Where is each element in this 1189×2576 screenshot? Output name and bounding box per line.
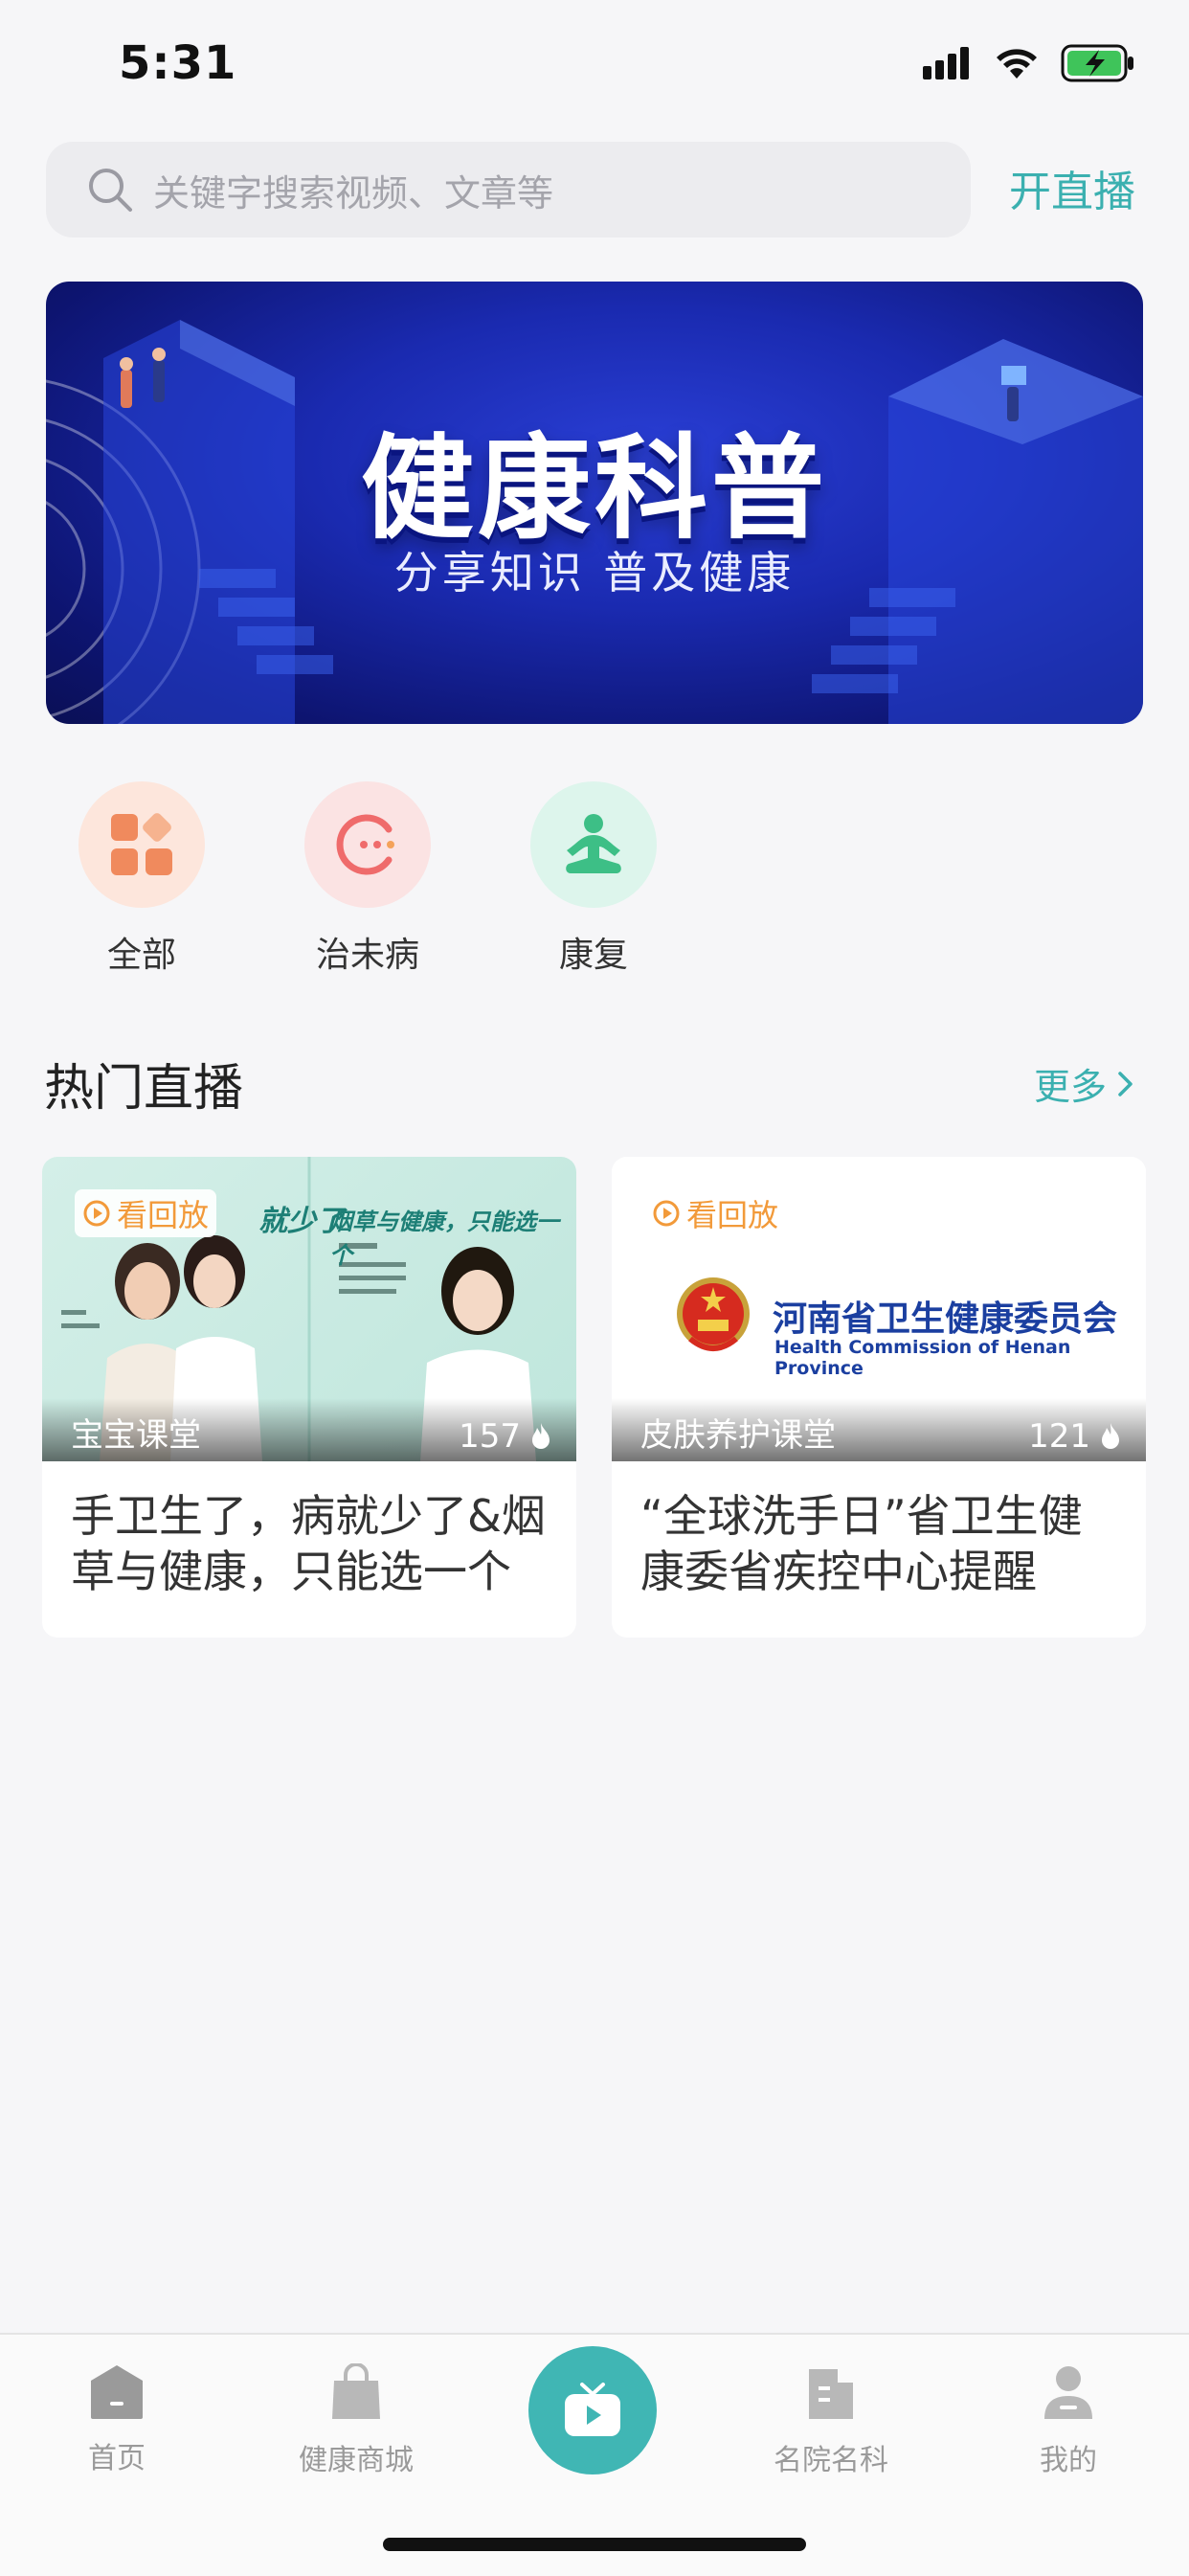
tv-icon <box>565 2383 620 2436</box>
card-views: 157 <box>459 1417 553 1456</box>
views-count: 121 <box>1028 1417 1090 1456</box>
card-title: 手卫生了，病就少了&烟草与健康，只能选一个 <box>71 1490 546 1597</box>
flame-icon <box>532 1423 550 1449</box>
category-rehab[interactable]: 康复 <box>517 781 670 977</box>
wifi-icon <box>997 49 1037 79</box>
live-card[interactable]: 河南省卫生健康委员会 Health Commission of Henan Pr… <box>612 1157 1146 1638</box>
search-icon <box>89 169 132 212</box>
play-circle-icon <box>83 1200 110 1227</box>
search-input[interactable]: 关键字搜索视频、文章等 <box>153 164 553 216</box>
cellular-signal-icon <box>923 47 969 79</box>
card-category: 皮肤养护课堂 <box>640 1416 836 1455</box>
tab-label: 健康商城 <box>299 2444 414 2477</box>
more-link[interactable]: 更多 <box>1034 1057 1135 1110</box>
more-label: 更多 <box>1034 1066 1108 1108</box>
tab-mine[interactable]: 我的 <box>973 2363 1164 2478</box>
org-name-cn: 河南省卫生健康委员会 <box>773 1299 1118 1339</box>
tab-home[interactable]: 首页 <box>21 2363 213 2476</box>
category-label: 康复 <box>558 936 628 975</box>
home-indicator <box>383 2538 806 2551</box>
start-live-button[interactable]: 开直播 <box>1009 157 1135 218</box>
status-time: 5:31 <box>119 36 237 90</box>
national-emblem-icon <box>677 1277 750 1351</box>
promo-banner[interactable]: 健康科普 分享知识 普及健康 <box>46 282 1143 724</box>
meditation-icon <box>530 781 657 908</box>
play-circle-icon <box>653 1200 680 1227</box>
tab-label: 名院名科 <box>774 2444 888 2477</box>
tab-label: 我的 <box>1040 2444 1097 2477</box>
card-thumbnail: 河南省卫生健康委员会 Health Commission of Henan Pr… <box>612 1157 1146 1461</box>
replay-label: 看回放 <box>117 1197 210 1233</box>
tab-live[interactable] <box>528 2346 657 2474</box>
grid-icon <box>79 781 205 908</box>
building-icon <box>809 2369 853 2419</box>
shopping-bag-icon <box>332 2362 380 2419</box>
chevron-right-icon <box>1118 1071 1133 1096</box>
category-label: 全部 <box>106 936 176 975</box>
thumb-text-right: 烟草与健康，只能选一个 <box>329 1209 559 1269</box>
banner-title: 健康科普 <box>360 422 828 554</box>
live-card[interactable]: 就少了 烟草与健康，只能选一个 看回放 宝宝课堂 157 手卫生了，病就少了&烟… <box>42 1157 576 1638</box>
category-all[interactable]: 全部 <box>65 781 218 977</box>
replay-badge[interactable]: 看回放 <box>75 1189 217 1237</box>
card-views: 121 <box>1028 1417 1123 1456</box>
tab-hospitals[interactable]: 名院名科 <box>735 2363 927 2478</box>
category-label: 治未病 <box>315 936 419 975</box>
tab-label: 首页 <box>88 2442 146 2475</box>
replay-label: 看回放 <box>686 1197 779 1233</box>
banner-subtitle: 分享知识 普及健康 <box>393 547 796 599</box>
tab-mall[interactable]: 健康商城 <box>260 2362 452 2478</box>
status-icons <box>923 44 1135 82</box>
battery-charging-icon <box>1061 44 1133 82</box>
home-icon <box>91 2365 143 2419</box>
card-thumbnail: 就少了 烟草与健康，只能选一个 看回放 宝宝课堂 157 <box>42 1157 576 1461</box>
flame-icon <box>1102 1423 1119 1449</box>
face-icon <box>304 781 431 908</box>
views-count: 157 <box>459 1417 521 1456</box>
org-name-en: Health Commission of Henan Province <box>774 1337 1071 1379</box>
card-category: 宝宝课堂 <box>71 1416 201 1455</box>
replay-badge[interactable]: 看回放 <box>644 1189 786 1237</box>
category-prevention[interactable]: 治未病 <box>291 781 444 977</box>
user-icon <box>1044 2366 1092 2419</box>
search-box[interactable]: 关键字搜索视频、文章等 <box>46 142 971 237</box>
card-title: “全球洗手日”省卫生健康委省疾控中心提醒 <box>640 1490 1083 1597</box>
hot-live-title: 热门直播 <box>44 1060 244 1118</box>
